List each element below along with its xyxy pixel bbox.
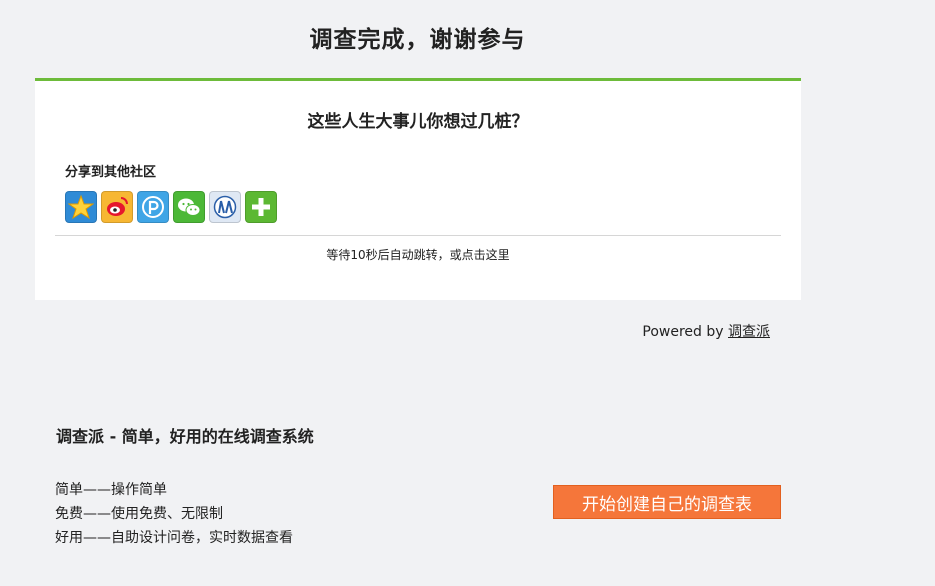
feature-list: 简单——操作简单 免费——使用免费、无限制 好用——自助设计问卷，实时数据查看 [55,478,293,550]
share-wechat-button[interactable] [173,191,205,223]
pengyou-icon [142,196,164,218]
create-survey-button[interactable]: 开始创建自己的调查表 [553,485,781,519]
weibo-icon [107,197,128,216]
qzone-star-icon [68,194,94,220]
share-qzone-button[interactable] [65,191,97,223]
share-button-row [65,191,277,223]
feature-item: 好用——自助设计问卷，实时数据查看 [55,530,293,546]
page-title: 调查完成，谢谢参与 [309,27,526,53]
wechat-icon [178,198,201,216]
result-card: 这些人生大事儿你想过几桩？ 分享到其他社区 等待10秒后自动跳转，或点击这里 [35,78,801,300]
promo-title: 调查派 - 简单，好用的在线调查系统 [56,427,314,446]
share-weibo-button[interactable] [101,191,133,223]
share-pengyou-button[interactable] [137,191,169,223]
redirect-link[interactable]: 等待10秒后自动跳转，或点击这里 [35,246,801,263]
powered-by-link[interactable]: 调查派 [728,324,770,340]
powered-by-label: Powered by [642,324,724,340]
divider [55,235,781,236]
share-more-button[interactable] [245,191,277,223]
feature-item: 简单——操作简单 [55,482,167,498]
share-renren-button[interactable] [209,191,241,223]
share-label: 分享到其他社区 [65,165,157,180]
powered-by: Powered by 调查派 [642,321,770,341]
feature-item: 免费——使用免费、无限制 [55,506,223,522]
renren-icon [213,195,237,219]
plus-icon [252,198,270,216]
survey-name: 这些人生大事儿你想过几桩？ [307,112,529,132]
